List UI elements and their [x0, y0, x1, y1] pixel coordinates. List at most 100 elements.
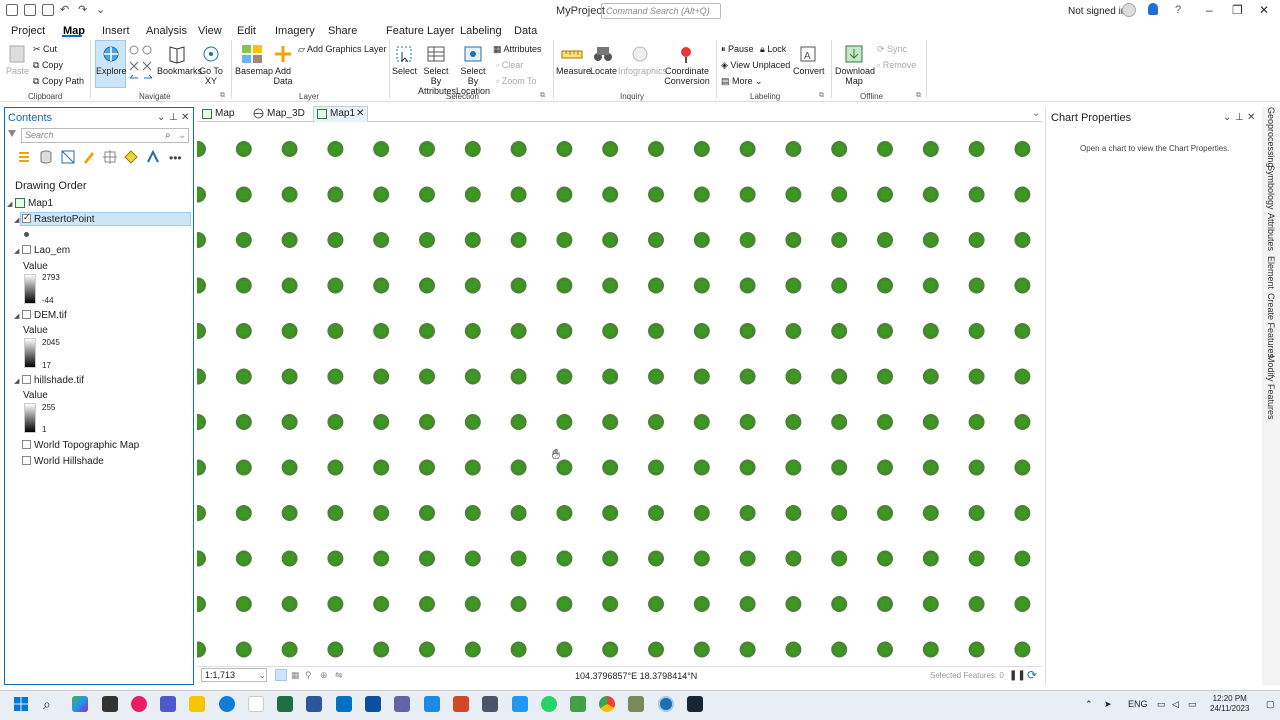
app-icon[interactable]: [424, 696, 440, 712]
list-by-labeling-icon[interactable]: [124, 150, 138, 164]
tab-analysis[interactable]: Analysis: [146, 25, 187, 37]
redo-icon[interactable]: ↷: [78, 4, 90, 16]
lock-button[interactable]: 🔒︎ Lock: [760, 44, 786, 54]
battery-icon[interactable]: ▭: [1188, 699, 1197, 710]
measure-button[interactable]: Measure: [556, 44, 591, 76]
point-symbol-icon[interactable]: [24, 232, 29, 237]
layer-visibility-checkbox[interactable]: [22, 310, 31, 319]
selection-launcher-icon[interactable]: ⧉: [540, 91, 545, 101]
tab-share[interactable]: Share: [328, 25, 357, 37]
file-explorer-icon[interactable]: [189, 696, 205, 712]
select-by-location-button[interactable]: Select By Location: [456, 44, 490, 96]
navigate-tools[interactable]: [128, 44, 154, 86]
teams-icon[interactable]: [160, 696, 176, 712]
system-clock[interactable]: 12:20 PM 24/11/2023: [1210, 694, 1249, 714]
pause-button[interactable]: ⏸ Pause: [721, 44, 754, 54]
search-options-icon[interactable]: ⌄: [178, 130, 186, 141]
list-by-perspective-icon[interactable]: [146, 150, 160, 164]
tab-geoprocessing[interactable]: Geoprocessing: [1266, 107, 1276, 168]
close-button[interactable]: ✕: [1259, 3, 1269, 17]
add-data-button[interactable]: Add Data: [270, 44, 296, 86]
contents-search-input[interactable]: Search: [21, 128, 189, 143]
search-icon[interactable]: ⌕: [165, 130, 171, 141]
signin-status[interactable]: Not signed in: [1068, 6, 1126, 17]
tab-edit[interactable]: Edit: [237, 25, 256, 37]
select-by-attributes-button[interactable]: Select By Attributes: [418, 44, 456, 96]
pane-options-icon[interactable]: ⌄: [1223, 112, 1231, 123]
tab-imagery[interactable]: Imagery: [275, 25, 315, 37]
layer-visibility-checkbox[interactable]: [22, 375, 31, 384]
layer-name[interactable]: hillshade.tif: [34, 375, 84, 386]
list-by-selection-icon[interactable]: [61, 150, 75, 164]
volume-icon[interactable]: ◁: [1172, 699, 1179, 710]
explore-button[interactable]: Explore: [96, 44, 127, 76]
teams-chat-icon[interactable]: [394, 696, 410, 712]
collapse-layer-icon[interactable]: ◢: [14, 247, 19, 255]
tab-feature-layer[interactable]: Feature Layer: [386, 25, 454, 37]
app-icon[interactable]: [570, 696, 586, 712]
close-pane-icon[interactable]: ✕: [1247, 112, 1255, 123]
tab-symbology[interactable]: Symbology: [1266, 165, 1276, 210]
language-indicator[interactable]: ENG: [1128, 699, 1148, 709]
layer-name[interactable]: RastertoPoint: [34, 214, 95, 225]
tab-project[interactable]: Project: [11, 25, 45, 37]
scale-chevron-icon[interactable]: ⌄: [259, 671, 266, 680]
tab-insert[interactable]: Insert: [102, 25, 130, 37]
monitor-icon[interactable]: ▭: [1157, 699, 1166, 710]
pause-draw-toggle-icon[interactable]: ⇋: [335, 670, 343, 681]
new-project-icon[interactable]: [6, 4, 18, 16]
tray-overflow-icon[interactable]: ⌃: [1085, 699, 1093, 710]
app-icon[interactable]: [365, 696, 381, 712]
tab-data[interactable]: Data: [514, 25, 537, 37]
filter-icon[interactable]: [8, 130, 16, 137]
outlook-icon[interactable]: [336, 696, 352, 712]
tab-attributes[interactable]: Attributes: [1266, 213, 1276, 251]
color-ramp[interactable]: [24, 274, 36, 304]
table-toggle-icon[interactable]: ▦: [291, 670, 300, 681]
notification-icon[interactable]: [1148, 3, 1158, 15]
windows-start-icon[interactable]: [13, 696, 29, 712]
pin-icon[interactable]: ⊥: [1235, 112, 1244, 123]
list-by-snapping-icon[interactable]: [103, 150, 117, 164]
layer-visibility-checkbox[interactable]: [22, 456, 31, 465]
maximize-button[interactable]: ❐: [1232, 3, 1243, 17]
store-icon[interactable]: [248, 696, 264, 712]
navigate-launcher-icon[interactable]: ⧉: [220, 91, 225, 101]
collapse-map-icon[interactable]: ◢: [7, 200, 12, 208]
basemap-button[interactable]: Basemap: [235, 44, 273, 76]
go-to-xy-button[interactable]: Go To XY: [199, 44, 223, 86]
coordinate-format-chevron-icon[interactable]: ⌄: [680, 671, 687, 680]
tab-create-features[interactable]: Create Features: [1266, 293, 1276, 358]
tab-list-chevron-icon[interactable]: ⌄: [1032, 108, 1040, 119]
tools-toggle-icon[interactable]: ⚲: [305, 670, 312, 681]
arcgis-pro-icon[interactable]: [658, 696, 674, 712]
app-icon[interactable]: [512, 696, 528, 712]
collapse-layer-icon[interactable]: ◢: [14, 216, 19, 224]
download-map-button[interactable]: Download Map: [835, 44, 875, 86]
paste-button[interactable]: Paste: [6, 44, 29, 76]
copy-button[interactable]: ⧉ Copy: [33, 60, 63, 70]
tab-element[interactable]: Element: [1266, 256, 1276, 289]
labeling-launcher-icon[interactable]: ⧉: [819, 91, 824, 101]
excel-icon[interactable]: [277, 696, 293, 712]
convert-button[interactable]: A Convert: [793, 44, 825, 76]
notes-icon[interactable]: [482, 696, 498, 712]
powerpoint-icon[interactable]: [453, 696, 469, 712]
bookmarks-button[interactable]: Bookmarks: [157, 44, 202, 76]
locate-button[interactable]: Locate: [590, 44, 617, 76]
attributes-button[interactable]: ▦ Attributes: [493, 44, 542, 54]
view-unplaced-button[interactable]: ◈ View Unplaced: [721, 60, 790, 70]
collapse-layer-icon[interactable]: ◢: [14, 312, 19, 320]
save-icon[interactable]: [42, 4, 54, 16]
layer-visibility-checkbox[interactable]: [22, 440, 31, 449]
list-by-data-source-icon[interactable]: [39, 150, 53, 164]
color-ramp[interactable]: [24, 403, 36, 433]
pin-icon[interactable]: ⊥: [169, 112, 178, 123]
color-ramp[interactable]: [24, 338, 36, 368]
coordinate-conversion-button[interactable]: Coordinate Conversion: [664, 44, 710, 86]
widgets-icon[interactable]: [72, 696, 88, 712]
word-icon[interactable]: [306, 696, 322, 712]
notifications-icon[interactable]: ▢: [1266, 699, 1275, 710]
close-tab-icon[interactable]: ✕: [356, 108, 364, 119]
scale-input[interactable]: 1:1,713: [201, 668, 267, 682]
